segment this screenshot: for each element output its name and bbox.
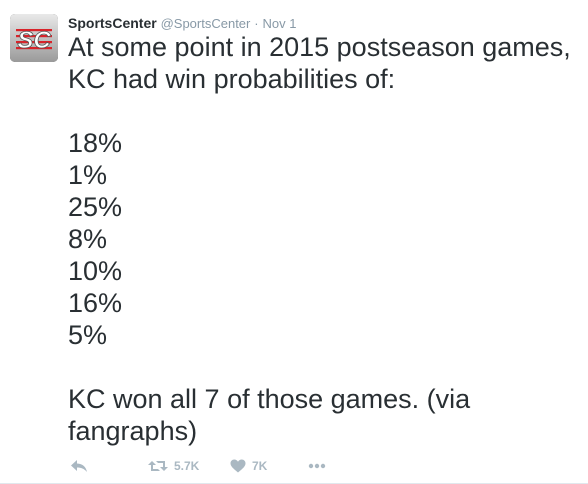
retweet-icon: [148, 461, 168, 471]
like-button[interactable]: 7K: [230, 459, 308, 473]
retweet-count: 5.7K: [174, 459, 200, 473]
reply-button[interactable]: [70, 459, 148, 473]
tweet-header: SportsCenter @SportsCenter · Nov 1: [68, 14, 296, 32]
retweet-button[interactable]: 5.7K: [148, 459, 230, 473]
heart-icon: [230, 459, 246, 473]
tweet-actions: 5.7K 7K: [70, 455, 326, 477]
tweet: SC SportsCenter @SportsCenter · Nov 1 At…: [0, 0, 588, 484]
avatar[interactable]: SC: [10, 14, 58, 62]
author-handle[interactable]: @SportsCenter: [161, 16, 251, 31]
like-count: 7K: [252, 459, 268, 473]
more-icon: [308, 463, 326, 469]
avatar-text: SC: [17, 27, 51, 54]
tweet-timestamp[interactable]: Nov 1: [263, 16, 297, 31]
header-separator: ·: [254, 16, 259, 31]
reply-icon: [71, 460, 87, 472]
author-name[interactable]: SportsCenter: [68, 15, 157, 31]
more-button[interactable]: [308, 463, 326, 469]
sportscenter-logo-icon: SC: [10, 14, 58, 62]
tweet-text: At some point in 2015 postseason games, …: [68, 32, 571, 446]
